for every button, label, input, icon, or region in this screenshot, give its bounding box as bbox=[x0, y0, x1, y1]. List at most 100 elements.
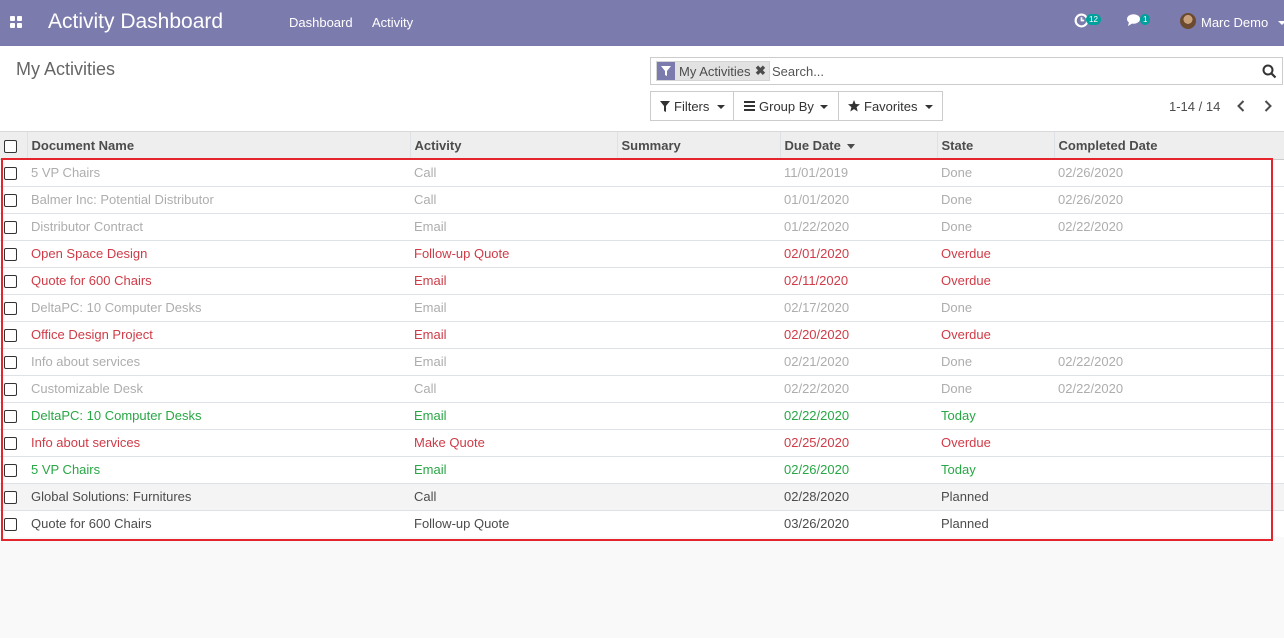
table-row[interactable]: Quote for 600 Chairs Email 02/11/2020 Overd… bbox=[0, 266, 1284, 294]
row-checkbox[interactable] bbox=[4, 518, 17, 532]
favorites-button[interactable]: Favorites bbox=[838, 91, 943, 121]
completed-date-cell bbox=[1054, 401, 1284, 429]
column-header-due-date[interactable]: Due Date bbox=[779, 132, 937, 160]
search-facet: My Activities ✖ bbox=[656, 61, 770, 81]
column-header-summary[interactable]: Summary bbox=[616, 132, 780, 160]
table-row[interactable]: Customizable Desk Call 02/22/2020 Done 02/22… bbox=[0, 374, 1284, 402]
row-checkbox[interactable] bbox=[4, 437, 17, 451]
summary-cell bbox=[617, 266, 780, 294]
row-checkbox[interactable] bbox=[4, 248, 17, 262]
state-cell: Today bbox=[937, 455, 1054, 483]
row-select-cell bbox=[0, 212, 27, 240]
table-body: 5 VP Chairs Call 11/01/2019 Done 02/26/2020 B… bbox=[0, 158, 1284, 537]
user-name: Marc Demo bbox=[1201, 15, 1269, 30]
filters-button[interactable]: Filters bbox=[650, 91, 734, 121]
activity-cell: Email bbox=[410, 266, 617, 294]
table-row[interactable]: 5 VP Chairs Email 02/26/2020 Today bbox=[0, 455, 1284, 483]
activity-cell: Follow-up Quote bbox=[410, 239, 617, 267]
state-cell: Planned bbox=[937, 509, 1054, 537]
table-row[interactable]: 5 VP Chairs Call 11/01/2019 Done 02/26/2020 bbox=[0, 158, 1284, 186]
activity-count-badge: 12 bbox=[1086, 14, 1101, 25]
search-input[interactable] bbox=[772, 62, 1252, 80]
summary-cell bbox=[617, 374, 780, 402]
search-icon[interactable] bbox=[1262, 64, 1277, 79]
due-date-cell: 02/26/2020 bbox=[780, 455, 937, 483]
completed-date-cell bbox=[1054, 428, 1284, 456]
activity-cell: Email bbox=[410, 212, 617, 240]
row-select-cell bbox=[0, 455, 27, 483]
star-icon bbox=[848, 100, 860, 112]
row-checkbox[interactable] bbox=[4, 410, 17, 424]
due-date-cell: 02/28/2020 bbox=[780, 482, 937, 510]
table-row[interactable]: Info about services Email 02/21/2020 Done 02… bbox=[0, 347, 1284, 375]
row-checkbox[interactable] bbox=[4, 221, 17, 235]
activity-systray[interactable]: 12 bbox=[1074, 13, 1101, 31]
message-count-badge: 1 bbox=[1140, 14, 1151, 25]
column-header-activity[interactable]: Activity bbox=[409, 132, 617, 160]
avatar bbox=[1180, 13, 1196, 29]
table-row[interactable]: Global Solutions: Furnitures Call 02/28/20… bbox=[0, 482, 1284, 510]
row-select-cell bbox=[0, 158, 27, 186]
caret-down-icon bbox=[925, 105, 933, 109]
table-row[interactable]: Distributor Contract Email 01/22/2020 Done 0… bbox=[0, 212, 1284, 240]
menu-dashboard[interactable]: Dashboard bbox=[289, 15, 353, 30]
row-checkbox[interactable] bbox=[4, 167, 17, 181]
due-date-cell: 02/17/2020 bbox=[780, 293, 937, 321]
close-icon[interactable]: ✖ bbox=[755, 63, 766, 79]
row-checkbox[interactable] bbox=[4, 464, 17, 478]
state-cell: Done bbox=[937, 158, 1054, 186]
due-date-cell: 02/22/2020 bbox=[780, 401, 937, 429]
column-header-state[interactable]: State bbox=[936, 132, 1054, 160]
completed-date-cell bbox=[1054, 293, 1284, 321]
select-all-checkbox[interactable] bbox=[4, 139, 17, 153]
summary-cell bbox=[617, 428, 780, 456]
table-row[interactable]: DeltaPC: 10 Computer Desks Email 02/22/202… bbox=[0, 401, 1284, 429]
pager-value[interactable]: 1-14 / 14 bbox=[1169, 99, 1220, 114]
filter-icon bbox=[660, 101, 670, 112]
due-date-cell: 02/11/2020 bbox=[780, 266, 937, 294]
group-by-button[interactable]: Group By bbox=[733, 91, 839, 121]
row-checkbox[interactable] bbox=[4, 383, 17, 397]
row-select-cell bbox=[0, 347, 27, 375]
row-checkbox[interactable] bbox=[4, 194, 17, 208]
table-row[interactable]: Info about services Make Quote 02/25/2020 O… bbox=[0, 428, 1284, 456]
table-row[interactable]: Open Space Design Follow-up Quote 02/01/20… bbox=[0, 239, 1284, 267]
row-checkbox[interactable] bbox=[4, 491, 17, 505]
activity-cell: Call bbox=[410, 482, 617, 510]
document-name-cell: Balmer Inc: Potential Distributor bbox=[27, 185, 410, 213]
table-row[interactable]: Balmer Inc: Potential Distributor Call 01/… bbox=[0, 185, 1284, 213]
table-row[interactable]: Office Design Project Email 02/20/2020 Over… bbox=[0, 320, 1284, 348]
summary-cell bbox=[617, 401, 780, 429]
document-name-cell: Open Space Design bbox=[27, 239, 410, 267]
pager-previous-button[interactable] bbox=[1235, 98, 1247, 114]
column-header-document-name[interactable]: Document Name bbox=[26, 132, 410, 160]
table-row[interactable]: Quote for 600 Chairs Follow-up Quote 03/26… bbox=[0, 509, 1284, 537]
messaging-systray[interactable]: 1 bbox=[1126, 13, 1151, 30]
facet-label: My Activities bbox=[679, 64, 751, 79]
document-name-cell: Distributor Contract bbox=[27, 212, 410, 240]
chevron-down-icon bbox=[1278, 21, 1284, 25]
row-checkbox[interactable] bbox=[4, 329, 17, 343]
filter-icon bbox=[657, 62, 675, 80]
apps-menu-icon[interactable] bbox=[10, 16, 23, 29]
document-name-cell: Global Solutions: Furnitures bbox=[27, 482, 410, 510]
document-name-cell: Info about services bbox=[27, 347, 410, 375]
chat-bubble-icon bbox=[1127, 14, 1140, 26]
pager-next-button[interactable] bbox=[1262, 98, 1274, 114]
row-checkbox[interactable] bbox=[4, 356, 17, 370]
document-name-cell: Office Design Project bbox=[27, 320, 410, 348]
due-date-cell: 02/01/2020 bbox=[780, 239, 937, 267]
summary-cell bbox=[617, 482, 780, 510]
select-all-cell bbox=[0, 132, 27, 160]
completed-date-cell: 02/26/2020 bbox=[1054, 158, 1284, 186]
chevron-left-icon bbox=[1237, 100, 1245, 112]
document-name-cell: 5 VP Chairs bbox=[27, 455, 410, 483]
row-checkbox[interactable] bbox=[4, 302, 17, 316]
column-header-completed-date[interactable]: Completed Date bbox=[1053, 132, 1284, 160]
menu-activity[interactable]: Activity bbox=[372, 15, 413, 30]
document-name-cell: DeltaPC: 10 Computer Desks bbox=[27, 293, 410, 321]
table-row[interactable]: DeltaPC: 10 Computer Desks Email 02/17/202… bbox=[0, 293, 1284, 321]
state-cell: Overdue bbox=[937, 239, 1054, 267]
row-checkbox[interactable] bbox=[4, 275, 17, 289]
activity-cell: Email bbox=[410, 320, 617, 348]
